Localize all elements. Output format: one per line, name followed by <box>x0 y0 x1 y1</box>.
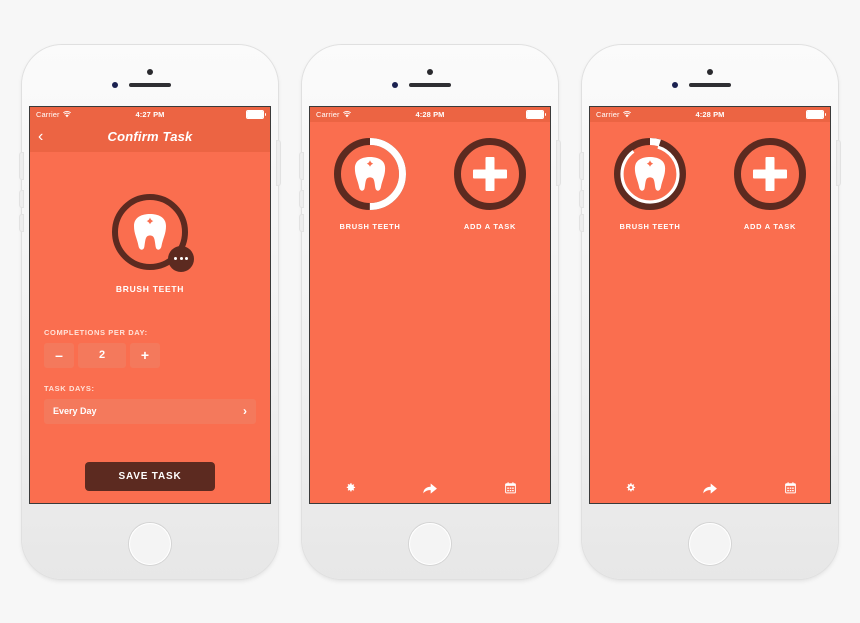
completions-stepper: – 2 + <box>44 342 256 368</box>
status-bar-right <box>806 109 826 119</box>
volume-up-button[interactable] <box>580 190 583 207</box>
status-bar-right <box>246 109 266 119</box>
plus-icon <box>485 156 495 191</box>
gear-icon <box>626 483 635 492</box>
task-progress-ring[interactable] <box>614 137 686 210</box>
tab-bar <box>590 473 830 503</box>
tab-bar <box>310 473 550 503</box>
task-tile-brush-teeth[interactable]: BRUSH TEETH <box>590 137 710 231</box>
task-tile-add-a-task[interactable]: ADD A TASK <box>430 137 550 231</box>
ellipsis-dot <box>179 257 183 260</box>
task-grid: BRUSH TEETH ADD A TASK <box>310 122 550 231</box>
volume-up-button[interactable] <box>300 190 303 207</box>
tab-calendar[interactable] <box>750 481 830 494</box>
increment-button[interactable]: + <box>130 342 160 368</box>
tab-calendar[interactable] <box>470 481 550 494</box>
earpiece-speaker <box>409 82 451 87</box>
carrier-label: Carrier <box>316 109 340 119</box>
task-settings-form: COMPLETIONS PER DAY: – 2 + TASK DAYS: Ev… <box>30 294 270 491</box>
home-button[interactable] <box>689 522 731 565</box>
decrement-button[interactable]: – <box>44 342 74 368</box>
carrier-label: Carrier <box>36 109 60 119</box>
task-days-select[interactable]: Every Day › <box>44 398 256 424</box>
tooth-icon <box>634 156 666 191</box>
gear-icon <box>346 483 355 492</box>
volume-up-button[interactable] <box>20 190 23 207</box>
add-task-ring[interactable] <box>734 137 806 210</box>
wifi-icon <box>342 110 351 117</box>
ellipsis-dot <box>185 257 188 260</box>
task-days-label: TASK DAYS: <box>44 383 95 393</box>
task-progress-ring[interactable] <box>334 137 406 210</box>
save-button-wrap: SAVE TASK <box>44 461 256 491</box>
status-bar-right <box>526 109 546 119</box>
front-camera-icon <box>707 68 713 75</box>
battery-full-icon <box>806 109 826 119</box>
status-bar: Carrier 4:28 PM <box>310 106 550 122</box>
task-tile-add-a-task[interactable]: ADD A TASK <box>710 137 830 231</box>
wifi-icon <box>622 110 631 117</box>
iphone-device-3: Carrier 4:28 PM BRUSH TEETH ADD A TASK <box>580 44 840 579</box>
task-icon-ring[interactable] <box>112 193 194 272</box>
add-task-ring[interactable] <box>454 137 526 210</box>
home-button[interactable] <box>409 522 451 565</box>
task-days-value: Every Day <box>53 406 97 416</box>
chevron-right-icon: › <box>243 404 247 418</box>
iphone-device-1: Carrier 4:27 PM ‹ Confirm Task BRUSH TEE… <box>20 44 280 579</box>
status-bar: Carrier 4:28 PM <box>590 106 830 122</box>
earpiece-speaker <box>689 82 731 87</box>
tooth-icon <box>354 156 386 191</box>
completions-value[interactable]: 2 <box>78 342 126 368</box>
calendar-icon <box>784 482 796 494</box>
task-tile-label: ADD A TASK <box>743 221 797 231</box>
proximity-sensor-icon <box>392 81 398 88</box>
volume-down-button[interactable] <box>580 214 583 231</box>
tab-share[interactable] <box>670 481 750 495</box>
status-bar: Carrier 4:27 PM <box>30 106 270 122</box>
task-more-badge[interactable] <box>168 245 194 272</box>
tab-settings[interactable] <box>310 481 390 494</box>
completions-per-day-label: COMPLETIONS PER DAY: <box>44 327 148 337</box>
chevron-left-icon[interactable]: ‹ <box>38 128 43 145</box>
carrier-label: Carrier <box>596 109 620 119</box>
wifi-icon <box>62 110 71 117</box>
share-arrow-icon <box>703 482 717 494</box>
proximity-sensor-icon <box>112 81 118 88</box>
screen-confirm-task: Carrier 4:27 PM ‹ Confirm Task BRUSH TEE… <box>30 106 270 503</box>
share-arrow-icon <box>423 482 437 494</box>
battery-full-icon <box>246 109 266 119</box>
tab-settings[interactable] <box>590 481 670 494</box>
phone-mockup-stage: Carrier 4:27 PM ‹ Confirm Task BRUSH TEE… <box>0 0 860 623</box>
earpiece-speaker <box>129 82 171 87</box>
save-task-button[interactable]: SAVE TASK <box>84 461 216 491</box>
status-bar-left: Carrier <box>316 110 351 119</box>
front-camera-icon <box>147 68 153 75</box>
task-tile-label: BRUSH TEETH <box>619 221 681 231</box>
screen-task-list: Carrier 4:28 PM BRUSH TEETH ADD A TASK <box>310 106 550 503</box>
iphone-device-2: Carrier 4:28 PM BRUSH TEETH ADD A TASK <box>300 44 560 579</box>
status-bar-left: Carrier <box>596 110 631 119</box>
task-tile-brush-teeth[interactable]: BRUSH TEETH <box>310 137 430 231</box>
volume-down-button[interactable] <box>300 214 303 231</box>
battery-full-icon <box>526 109 546 119</box>
page-title: Confirm Task <box>107 129 193 144</box>
task-tile-label: BRUSH TEETH <box>339 221 401 231</box>
volume-down-button[interactable] <box>20 214 23 231</box>
calendar-icon <box>504 482 516 494</box>
front-camera-icon <box>427 68 433 75</box>
screen-task-list-animating: Carrier 4:28 PM BRUSH TEETH ADD A TASK <box>590 106 830 503</box>
task-hero: BRUSH TEETH <box>30 152 270 294</box>
nav-bar: ‹ Confirm Task <box>30 121 270 152</box>
task-tile-label: ADD A TASK <box>463 221 517 231</box>
task-name-label: BRUSH TEETH <box>115 283 185 294</box>
proximity-sensor-icon <box>672 81 678 88</box>
task-grid: BRUSH TEETH ADD A TASK <box>590 122 830 231</box>
status-bar-left: Carrier <box>36 110 71 119</box>
plus-icon <box>765 156 775 191</box>
tooth-icon <box>134 213 166 250</box>
tab-share[interactable] <box>390 481 470 495</box>
ellipsis-dot <box>174 257 177 260</box>
home-button[interactable] <box>129 522 171 565</box>
form-spacer <box>44 368 256 384</box>
